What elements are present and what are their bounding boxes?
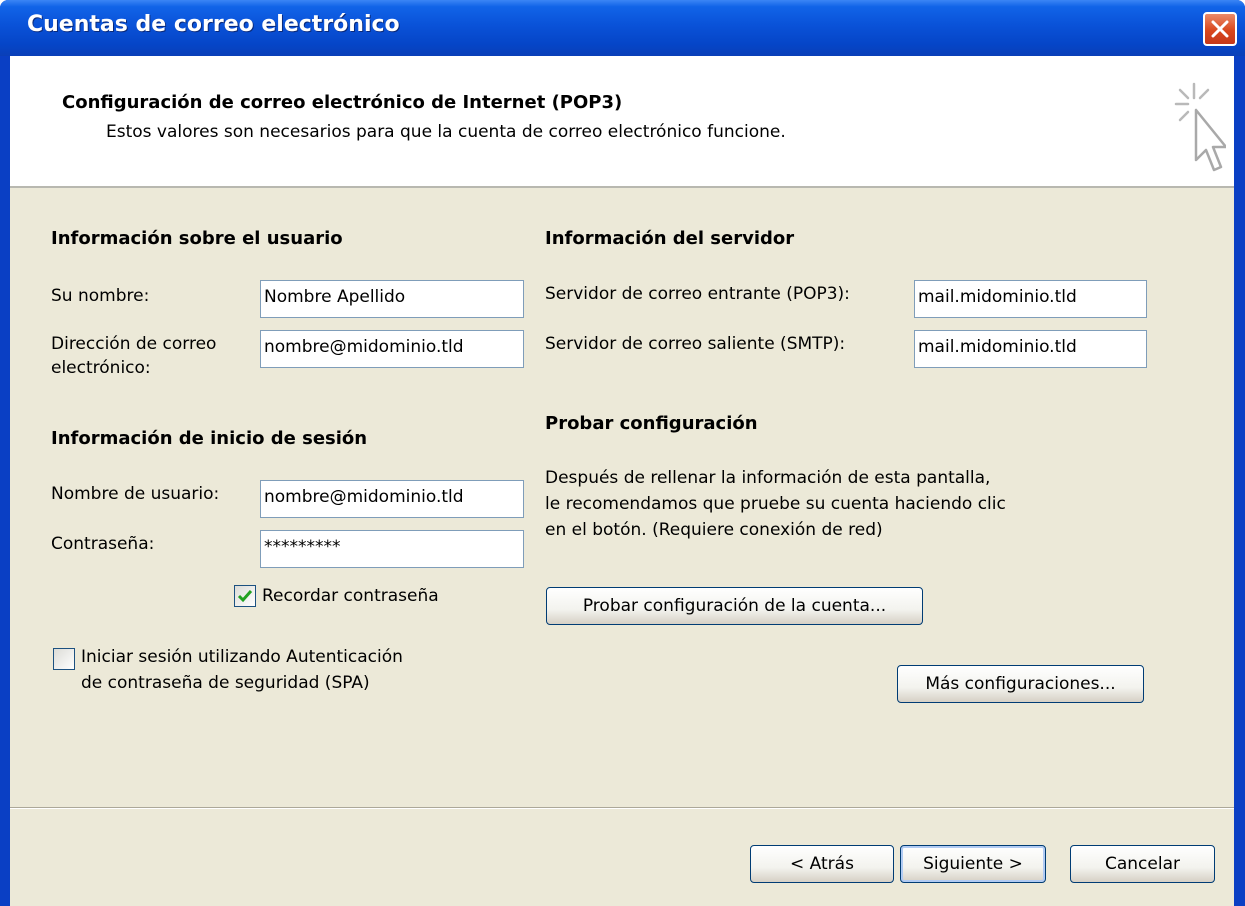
email-label-line2: electrónico:	[51, 358, 151, 378]
spa-checkbox[interactable]	[53, 648, 75, 670]
window-title: Cuentas de correo electrónico	[27, 12, 400, 37]
test-description-line1: Después de rellenar la información de es…	[545, 468, 991, 488]
test-description-line3: en el botón. (Requiere conexión de red)	[545, 520, 883, 540]
email-label-line1: Dirección de correo	[51, 334, 217, 354]
spa-label-line2[interactable]: de contraseña de seguridad (SPA)	[81, 673, 370, 693]
test-description-line2: le recomendamos que pruebe su cuenta hac…	[545, 494, 1006, 514]
close-icon	[1211, 20, 1229, 38]
remember-password-label[interactable]: Recordar contraseña	[262, 586, 439, 606]
password-field[interactable]: *********	[260, 530, 524, 568]
title-bar[interactable]: Cuentas de correo electrónico	[0, 0, 1245, 56]
server-info-heading: Información del servidor	[545, 228, 795, 249]
close-button[interactable]	[1203, 12, 1237, 46]
test-settings-heading: Probar configuración	[545, 413, 758, 434]
outgoing-server-label: Servidor de correo saliente (SMTP):	[545, 334, 846, 354]
outgoing-server-field[interactable]: mail.midominio.tld	[914, 330, 1147, 368]
name-label: Su nombre:	[51, 286, 150, 306]
incoming-server-field[interactable]: mail.midominio.tld	[914, 280, 1147, 318]
password-label: Contraseña:	[51, 534, 155, 554]
more-settings-button[interactable]: Más configuraciones...	[897, 665, 1144, 703]
logon-info-heading: Información de inicio de sesión	[51, 428, 368, 449]
dialog-window: Cuentas de correo electrónico Configurac…	[0, 0, 1245, 906]
header-subtitle: Estos valores son necesarios para que la…	[106, 122, 786, 142]
spa-label-line1[interactable]: Iniciar sesión utilizando Autenticación	[81, 647, 403, 667]
username-label: Nombre de usuario:	[51, 484, 220, 504]
test-account-settings-button[interactable]: Probar configuración de la cuenta...	[546, 587, 923, 625]
back-button[interactable]: < Atrás	[750, 845, 894, 883]
dialog-client-area: Configuración de correo electrónico de I…	[10, 56, 1234, 906]
incoming-server-label: Servidor de correo entrante (POP3):	[545, 284, 850, 304]
username-field[interactable]: nombre@midominio.tld	[260, 480, 524, 518]
footer-divider	[10, 807, 1234, 809]
next-button[interactable]: Siguiente >	[900, 845, 1046, 883]
header-title: Configuración de correo electrónico de I…	[62, 92, 623, 113]
user-info-heading: Información sobre el usuario	[51, 228, 343, 249]
cancel-button[interactable]: Cancelar	[1070, 845, 1215, 883]
checkmark-icon	[237, 590, 253, 603]
remember-password-checkbox[interactable]	[234, 585, 256, 607]
cursor-sparkle-icon	[1174, 82, 1226, 172]
name-field[interactable]: Nombre Apellido	[260, 280, 524, 318]
dialog-header: Configuración de correo electrónico de I…	[10, 56, 1234, 188]
email-field[interactable]: nombre@midominio.tld	[260, 330, 524, 368]
